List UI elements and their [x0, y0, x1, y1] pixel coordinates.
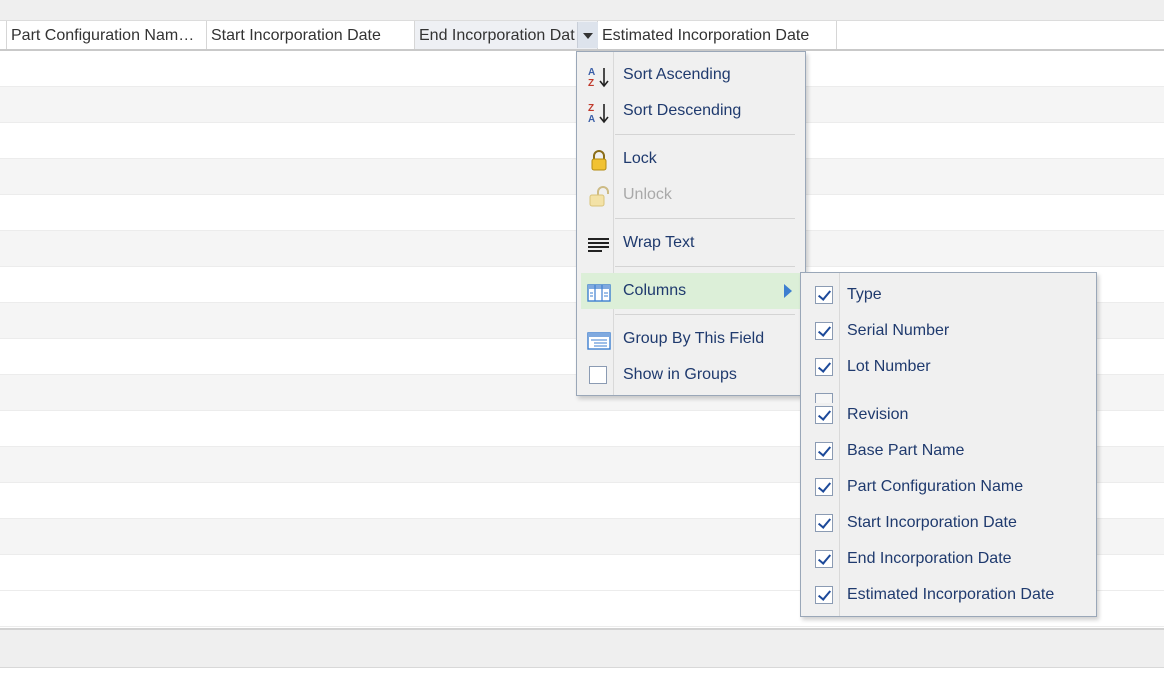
checkbox-icon[interactable]: [815, 406, 833, 424]
checkbox-icon[interactable]: [815, 358, 833, 376]
wrap-text-label: Wrap Text: [623, 234, 695, 251]
column-toggle-label: Type: [847, 286, 882, 303]
sort-ascending-icon: A Z: [587, 66, 611, 89]
column-header-part-configuration-name[interactable]: Part Configuration Nam…: [6, 21, 207, 49]
columns-item[interactable]: Columns: [581, 273, 802, 309]
column-context-menu: A Z Sort Ascending Z A Sort Descending L…: [576, 51, 806, 396]
column-toggle-label: Serial Number: [847, 322, 950, 339]
checkbox-icon[interactable]: [815, 586, 833, 604]
columns-label: Columns: [623, 282, 687, 299]
column-menu-dropdown-icon[interactable]: [577, 22, 598, 48]
group-by-icon: [587, 330, 611, 350]
column-toggle-label: Part Configuration Name: [847, 478, 1024, 495]
unlock-icon: [587, 186, 611, 207]
wrap-text-item[interactable]: Wrap Text: [581, 225, 802, 261]
group-by-label: Group By This Field: [623, 330, 765, 347]
sort-descending-icon: Z A: [587, 102, 611, 125]
sort-ascending-label: Sort Ascending: [623, 66, 731, 83]
column-toggle-serial-number[interactable]: Serial Number: [805, 313, 1092, 349]
checkbox-icon[interactable]: [815, 478, 833, 496]
column-toggle-label: Base Part Name: [847, 442, 965, 459]
column-toggle-start-incorporation-date[interactable]: Start Incorporation Date: [805, 505, 1092, 541]
column-toggle-lot-number[interactable]: Lot Number: [805, 349, 1092, 385]
top-toolbar-strip: [0, 0, 1164, 21]
checkbox-icon: [815, 393, 833, 403]
menu-separator: [615, 266, 795, 267]
sort-ascending-item[interactable]: A Z Sort Ascending: [581, 57, 802, 93]
column-toggle-label: Estimated Incorporation Date: [847, 586, 1055, 603]
column-header-start-incorporation-date[interactable]: Start Incorporation Date: [207, 21, 415, 49]
column-toggle-part-configuration-name[interactable]: Part Configuration Name: [805, 469, 1092, 505]
wrap-text-icon: [587, 234, 611, 254]
svg-text:A: A: [588, 67, 595, 78]
lock-item[interactable]: Lock: [581, 141, 802, 177]
column-toggle-label: Start Incorporation Date: [847, 514, 1017, 531]
column-toggle-revision[interactable]: Revision: [805, 393, 1092, 433]
show-in-groups-item[interactable]: Show in Groups: [581, 357, 802, 393]
column-toggle-end-incorporation-date[interactable]: End Incorporation Date: [805, 541, 1092, 577]
sort-descending-label: Sort Descending: [623, 102, 742, 119]
column-toggle-label: End Incorporation Date: [847, 550, 1012, 567]
checkbox-icon[interactable]: [815, 514, 833, 532]
checkbox-icon[interactable]: [815, 550, 833, 568]
column-toggle-type[interactable]: Type: [805, 277, 1092, 313]
unlock-label: Unlock: [623, 186, 672, 203]
checkbox-icon[interactable]: [815, 442, 833, 460]
columns-submenu: Type Serial Number Lot Number Revision B…: [800, 272, 1097, 617]
checkbox-icon[interactable]: [815, 286, 833, 304]
unlock-item: Unlock: [581, 177, 802, 213]
checkbox-icon[interactable]: [589, 366, 607, 384]
svg-text:Z: Z: [588, 78, 594, 88]
svg-text:Z: Z: [588, 103, 594, 114]
menu-separator: [615, 314, 795, 315]
column-toggle-label: Revision: [847, 406, 909, 423]
menu-separator: [615, 134, 795, 135]
column-toggle-estimated-incorporation-date[interactable]: Estimated Incorporation Date: [805, 577, 1092, 613]
checkbox-icon[interactable]: [815, 322, 833, 340]
menu-separator: [615, 218, 795, 219]
lock-label: Lock: [623, 150, 657, 167]
columns-icon: [587, 282, 611, 302]
column-header-end-incorporation-date[interactable]: End Incorporation Dat: [415, 21, 598, 49]
column-toggle-base-part-name[interactable]: Base Part Name: [805, 433, 1092, 469]
sort-descending-item[interactable]: Z A Sort Descending: [581, 93, 802, 129]
column-toggle-label: Lot Number: [847, 358, 931, 375]
group-by-field-item[interactable]: Group By This Field: [581, 321, 802, 357]
lock-icon: [587, 150, 611, 171]
grid-header: Part Configuration Nam… Start Incorporat…: [0, 21, 1164, 51]
svg-text:A: A: [588, 114, 595, 124]
column-header-estimated-incorporation-date[interactable]: Estimated Incorporation Date: [598, 21, 837, 49]
show-in-groups-label: Show in Groups: [623, 366, 737, 383]
grid-footer: [0, 628, 1164, 668]
chevron-right-icon: [784, 284, 792, 298]
